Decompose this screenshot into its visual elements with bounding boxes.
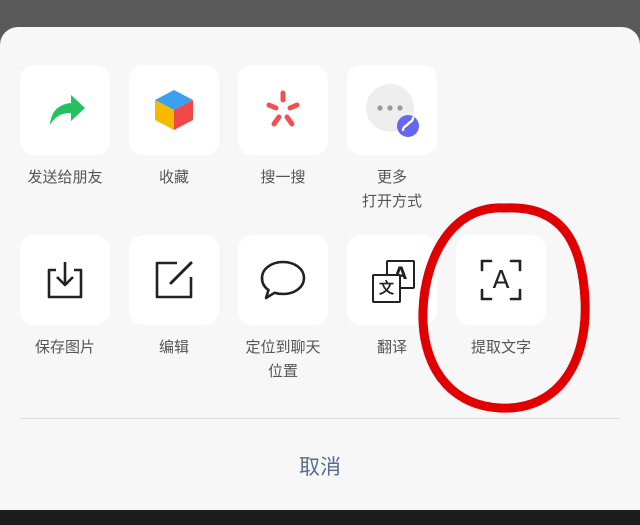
search-star-icon (266, 90, 300, 127)
bottom-bar (0, 510, 640, 525)
speech-bubble-icon (260, 260, 306, 300)
edit-label: 编辑 (158, 338, 189, 356)
translate-glyph-front: 文 (372, 274, 401, 303)
search-button[interactable] (238, 65, 328, 155)
translate-label: 翻译 (376, 338, 407, 356)
share-arrow-icon (50, 95, 85, 125)
more-open-methods-label: 更多 打开方式 (361, 168, 422, 210)
save-image-button[interactable] (20, 235, 110, 325)
divider (20, 418, 620, 419)
cancel-button[interactable]: 取消 (240, 445, 400, 489)
more-open-methods-button[interactable] (347, 65, 437, 155)
extract-text-label: 提取文字 (470, 338, 531, 356)
extract-text-button[interactable]: A (456, 235, 546, 325)
favorite-label: 收藏 (158, 168, 189, 186)
extract-text-icon: A (478, 257, 524, 303)
translate-button[interactable]: A 文 (347, 235, 437, 325)
share-sheet: 发送给朋友 收藏 搜一搜 更多 打开方式 保存图片 编辑 定位到聊天 位置 文 … (0, 27, 640, 510)
edit-button[interactable] (129, 235, 219, 325)
cube-icon (155, 90, 193, 130)
search-label: 搜一搜 (260, 168, 306, 186)
save-image-label: 保存图片 (34, 338, 95, 356)
send-to-friend-label: 发送给朋友 (27, 168, 103, 186)
favorite-button[interactable] (129, 65, 219, 155)
locate-in-chat-button[interactable] (238, 235, 328, 325)
download-image-icon (47, 262, 83, 299)
edit-icon (155, 261, 193, 299)
more-miniprogram-icon (366, 84, 419, 137)
translate-icon: A 文 (369, 257, 415, 303)
extract-text-glyph: A (492, 265, 510, 294)
send-to-friend-button[interactable] (20, 65, 110, 155)
locate-in-chat-label: 定位到聊天 位置 (245, 338, 321, 380)
